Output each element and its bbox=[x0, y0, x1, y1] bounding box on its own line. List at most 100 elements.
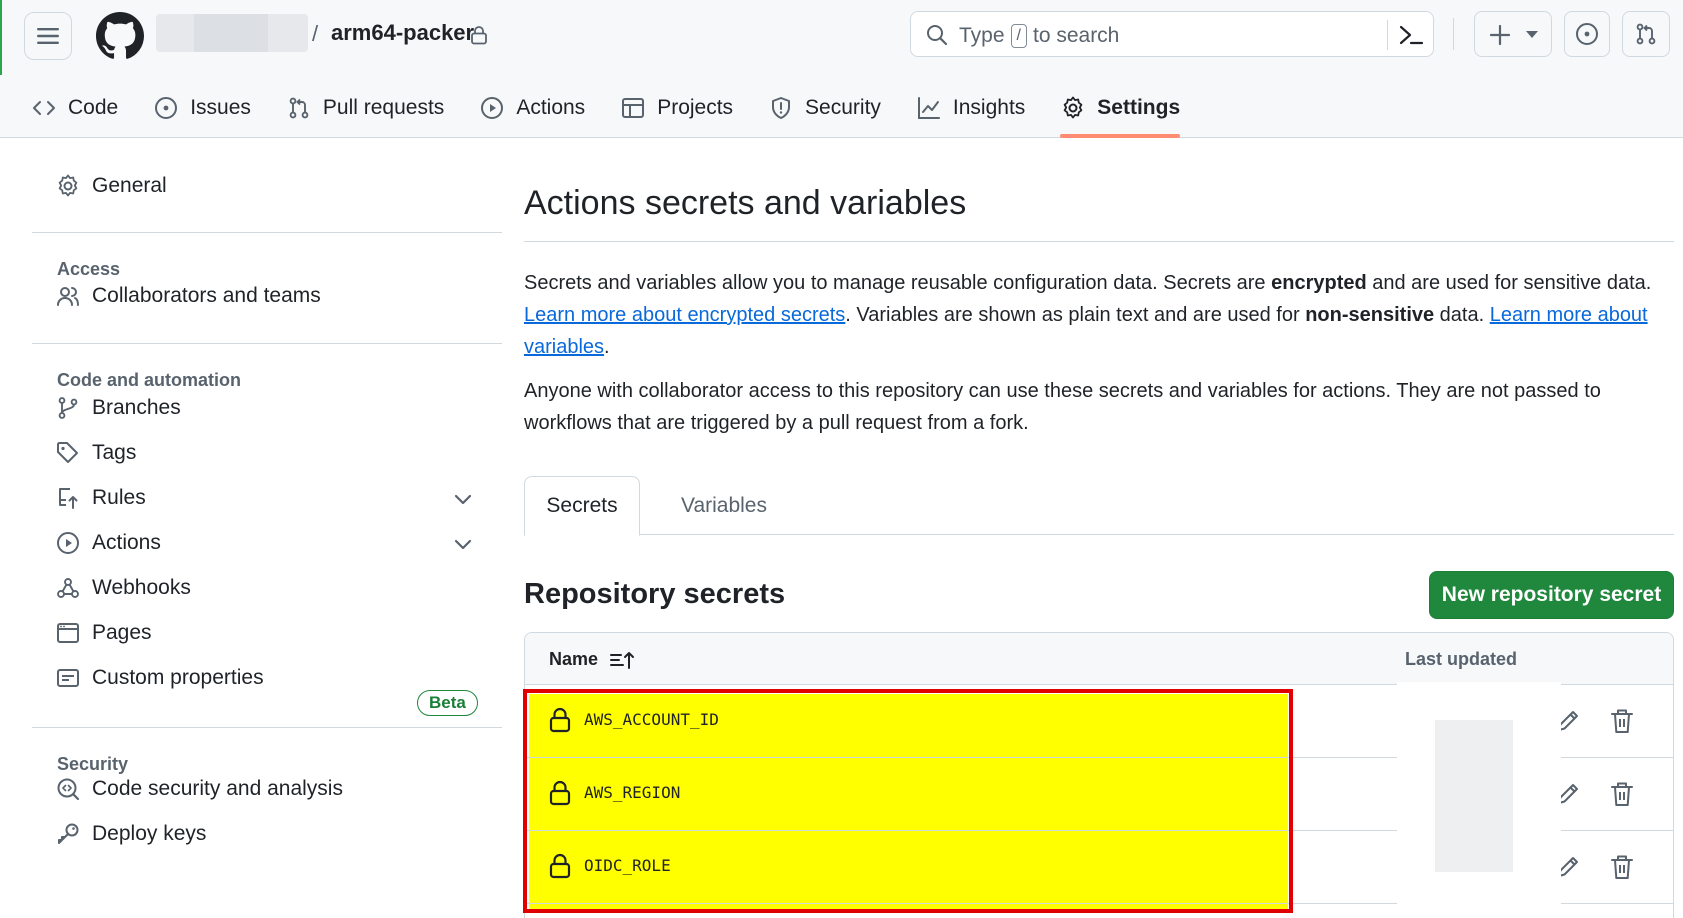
trash-icon[interactable] bbox=[1610, 853, 1634, 881]
nav-tab-actions[interactable]: Actions bbox=[480, 88, 585, 128]
your-pull-requests-button[interactable] bbox=[1622, 11, 1670, 57]
nav-tab-label: Issues bbox=[190, 96, 251, 119]
desc-text: . Variables are shown as plain text and … bbox=[845, 304, 1306, 326]
sidebar-item-branches[interactable]: Branches bbox=[56, 396, 181, 420]
sidebar-heading-access: Access bbox=[57, 259, 121, 279]
sidebar-item-webhooks[interactable]: Webhooks bbox=[56, 576, 191, 600]
column-header-name: Name bbox=[549, 649, 599, 669]
desc-text: Secrets and variables allow you to manag… bbox=[524, 272, 1272, 294]
search-shortcut-key: / bbox=[1010, 24, 1027, 48]
repo-name-link[interactable]: arm64-packer bbox=[331, 20, 474, 46]
nav-tab-security[interactable]: Security bbox=[769, 88, 881, 128]
sidebar-item-label: General bbox=[92, 174, 167, 197]
global-header: / arm64-packer Type / to search Code Iss… bbox=[0, 0, 1683, 138]
sidebar-item-deploy-keys[interactable]: Deploy keys bbox=[56, 822, 206, 846]
sort-by-name-button[interactable]: Name bbox=[549, 649, 636, 670]
repo-nav: Code Issues Pull requests Actions Projec… bbox=[32, 88, 1216, 128]
sidebar-item-rules[interactable]: Rules bbox=[56, 486, 146, 510]
desc-text: data. bbox=[1434, 304, 1490, 326]
issue-opened-icon bbox=[155, 97, 178, 119]
column-header-last-updated: Last updated bbox=[1405, 649, 1518, 669]
active-tab-underline bbox=[1060, 134, 1180, 138]
git-pull-request-icon bbox=[1636, 23, 1656, 45]
search-placeholder: Type / to search bbox=[959, 24, 1119, 48]
your-issues-button[interactable] bbox=[1564, 11, 1610, 57]
chevron-down-icon[interactable] bbox=[452, 488, 474, 510]
beta-badge: Beta bbox=[417, 690, 478, 716]
nav-tab-label: Code bbox=[68, 96, 119, 119]
sidebar-item-tags[interactable]: Tags bbox=[56, 441, 136, 465]
desc-bold-non-sensitive: non-sensitive bbox=[1305, 304, 1435, 326]
webhook-icon bbox=[57, 578, 79, 598]
secrets-variables-tabs: Secrets Variables bbox=[524, 476, 1674, 536]
codescan-icon bbox=[57, 778, 80, 801]
sort-asc-icon bbox=[610, 651, 635, 669]
search-divider bbox=[1387, 20, 1388, 50]
tab-variables[interactable]: Variables bbox=[664, 476, 784, 535]
sidebar-item-label: Code security and analysis bbox=[92, 777, 343, 800]
desc-text: and are used for sensitive data. bbox=[1366, 272, 1652, 294]
tab-secrets[interactable]: Secrets bbox=[524, 476, 640, 536]
browser-icon bbox=[57, 623, 79, 643]
sidebar-item-general[interactable]: General bbox=[56, 174, 167, 198]
nav-tab-issues[interactable]: Issues bbox=[154, 88, 251, 128]
nav-tab-label: Insights bbox=[952, 96, 1026, 119]
nav-tab-pull-requests[interactable]: Pull requests bbox=[287, 88, 444, 128]
search-icon bbox=[927, 25, 948, 46]
sidebar-item-custom-properties[interactable]: Custom properties bbox=[56, 666, 264, 690]
owner-name-redacted[interactable] bbox=[156, 14, 308, 52]
title-divider bbox=[524, 241, 1674, 242]
collaborator-notice: Anyone with collaborator access to this … bbox=[524, 380, 1601, 434]
search-input[interactable]: Type / to search bbox=[910, 11, 1434, 57]
sidebar-item-pages[interactable]: Pages bbox=[56, 621, 152, 645]
nav-tab-label: Projects bbox=[657, 96, 734, 119]
gear-icon bbox=[1063, 96, 1083, 119]
triangle-down-icon bbox=[1526, 31, 1538, 38]
nav-tab-code[interactable]: Code bbox=[32, 88, 118, 128]
table-icon bbox=[622, 98, 645, 118]
sidebar-item-code-security[interactable]: Code security and analysis bbox=[56, 777, 343, 801]
sidebar-divider bbox=[32, 343, 502, 344]
git-branch-icon bbox=[58, 397, 78, 419]
nav-tab-label: Pull requests bbox=[322, 96, 445, 119]
play-icon bbox=[57, 532, 79, 554]
header-separator bbox=[1453, 18, 1454, 50]
table-header: Name Last updated bbox=[525, 633, 1673, 685]
tag-icon bbox=[57, 442, 78, 463]
sidebar-item-collaborators[interactable]: Collaborators and teams bbox=[56, 284, 321, 308]
sidebar-item-label: Branches bbox=[92, 396, 181, 419]
command-palette-icon[interactable] bbox=[1397, 22, 1425, 48]
learn-more-secrets-link[interactable]: Learn more about encrypted secrets bbox=[524, 304, 845, 326]
trash-icon[interactable] bbox=[1610, 780, 1634, 808]
search-placeholder-suffix: to search bbox=[1032, 24, 1120, 47]
graph-icon bbox=[917, 97, 940, 119]
note-icon bbox=[57, 669, 79, 687]
github-logo[interactable] bbox=[96, 12, 144, 60]
sidebar-divider bbox=[32, 232, 502, 233]
issue-opened-icon bbox=[1576, 23, 1598, 45]
git-pull-request-icon bbox=[289, 97, 309, 119]
breadcrumb-separator: / bbox=[312, 21, 319, 46]
desc-text: . bbox=[604, 336, 610, 358]
sidebar-item-label: Custom properties bbox=[92, 666, 264, 689]
chevron-down-icon[interactable] bbox=[452, 533, 474, 555]
sidebar-item-actions[interactable]: Actions bbox=[56, 531, 161, 555]
sidebar-item-label: Tags bbox=[92, 441, 137, 464]
repository-secrets-heading: Repository secrets bbox=[524, 578, 786, 610]
play-icon bbox=[481, 97, 504, 119]
shield-icon bbox=[772, 97, 791, 119]
hamburger-menu-button[interactable] bbox=[24, 12, 72, 60]
sidebar-item-label: Pages bbox=[92, 621, 152, 644]
sidebar-item-label: Deploy keys bbox=[92, 822, 207, 845]
sidebar-item-label: Webhooks bbox=[92, 576, 191, 599]
sidebar-item-label: Collaborators and teams bbox=[92, 284, 321, 307]
nav-tab-projects[interactable]: Projects bbox=[621, 88, 733, 128]
trash-icon[interactable] bbox=[1610, 707, 1634, 735]
sidebar-item-label: Actions bbox=[92, 531, 161, 554]
new-repository-secret-button[interactable]: New repository secret bbox=[1429, 571, 1674, 619]
sidebar-heading-security: Security bbox=[57, 754, 129, 774]
code-icon bbox=[33, 101, 55, 115]
nav-tab-insights[interactable]: Insights bbox=[917, 88, 1025, 128]
create-new-button[interactable] bbox=[1474, 11, 1552, 57]
nav-tab-settings[interactable]: Settings bbox=[1061, 88, 1180, 128]
